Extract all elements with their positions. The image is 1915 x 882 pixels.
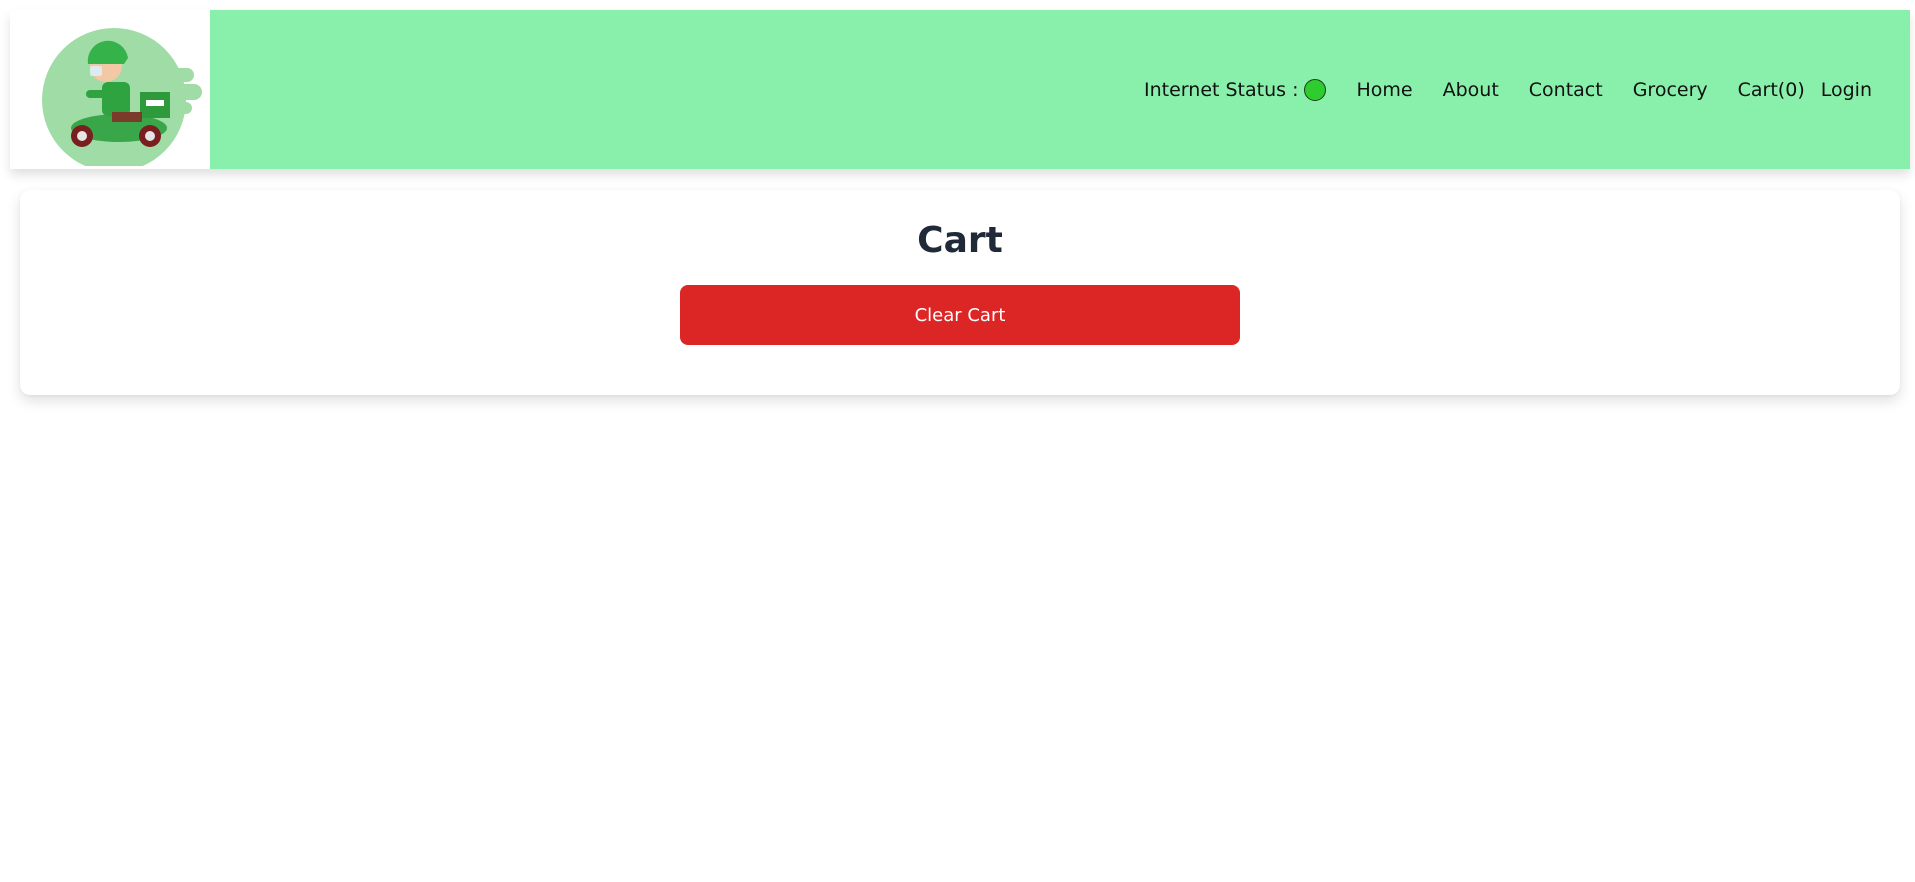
internet-status-label: Internet Status :	[1144, 78, 1299, 101]
delivery-scooter-logo-icon	[42, 28, 202, 166]
nav-contact[interactable]: Contact	[1529, 79, 1603, 101]
nav-grocery[interactable]: Grocery	[1633, 79, 1708, 101]
nav-about[interactable]: About	[1443, 79, 1499, 101]
login-button[interactable]: Login	[1821, 79, 1872, 101]
logo[interactable]	[10, 10, 210, 169]
nav-home[interactable]: Home	[1356, 79, 1412, 101]
online-status-icon	[1304, 78, 1327, 101]
site-header: Internet Status : Home About Contact Gro…	[10, 10, 1910, 169]
page-title: Cart	[917, 220, 1003, 261]
internet-status: Internet Status :	[1144, 78, 1327, 101]
cart-panel: Cart Clear Cart	[20, 190, 1900, 395]
main-nav: Internet Status : Home About Contact Gro…	[1144, 10, 1872, 169]
clear-cart-button[interactable]: Clear Cart	[680, 285, 1240, 345]
nav-cart[interactable]: Cart(0)	[1738, 79, 1805, 101]
